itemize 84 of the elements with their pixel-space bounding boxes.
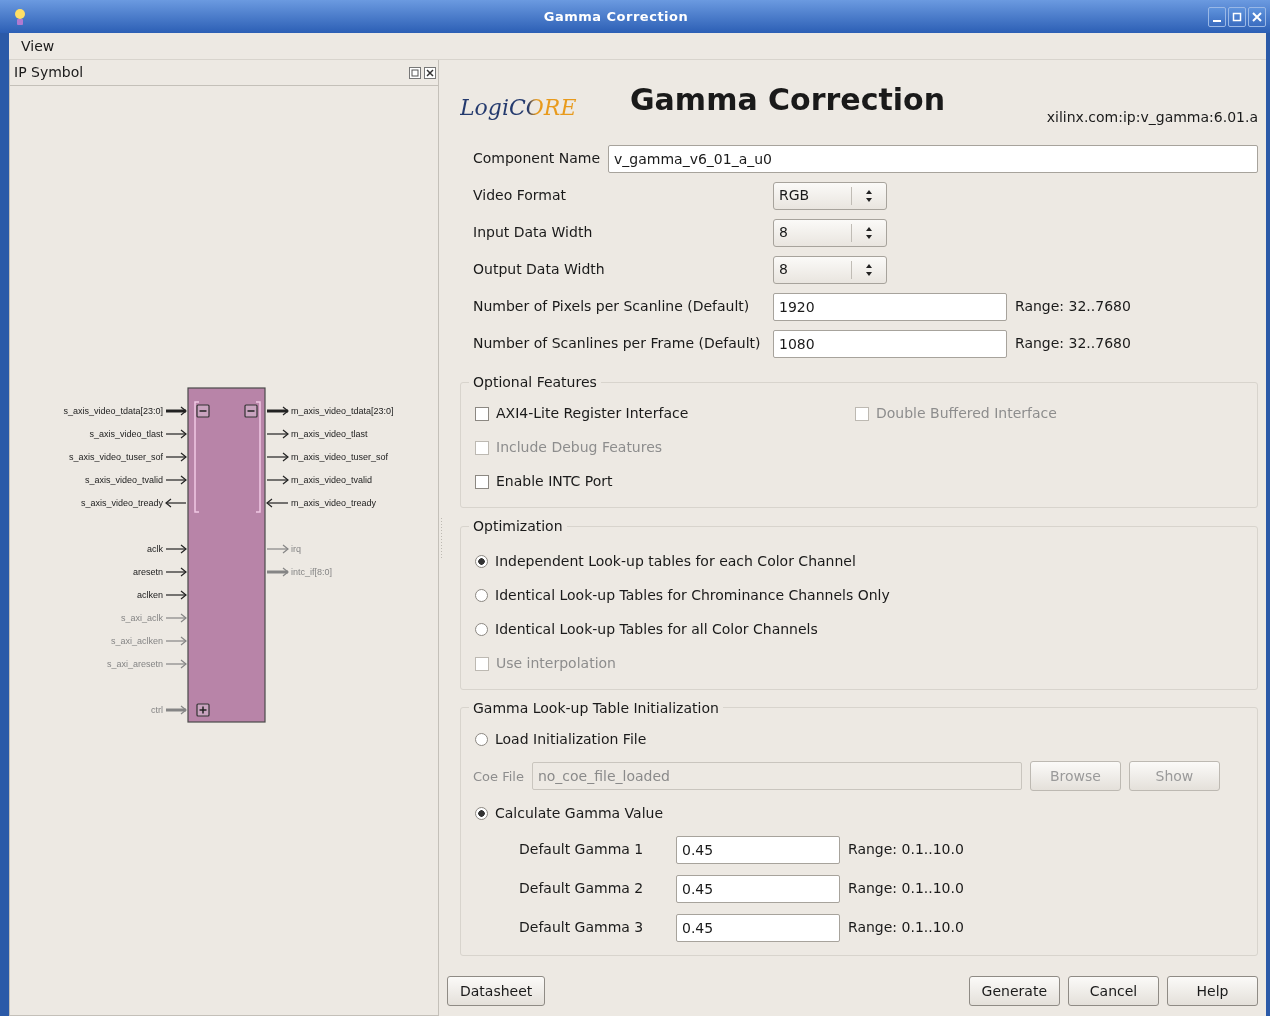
port-label: s_axi_aclk xyxy=(120,613,163,623)
close-icon[interactable] xyxy=(424,66,436,79)
field-label: Coe File xyxy=(473,767,524,786)
port-label: m_axis_video_tdata[23:0] xyxy=(291,406,394,416)
float-icon[interactable] xyxy=(409,66,421,79)
port-label: aresetn xyxy=(132,567,163,577)
page-title: Gamma Correction xyxy=(630,81,946,119)
field-label: Number of Pixels per Scanline (Default) xyxy=(473,297,751,316)
radio-button[interactable] xyxy=(475,806,488,820)
port-label: aclken xyxy=(137,590,163,600)
minimize-button[interactable] xyxy=(1208,6,1226,27)
splitter-handle[interactable] xyxy=(440,518,443,558)
collapse-icon[interactable] xyxy=(244,404,258,418)
text-field[interactable]: 1920 xyxy=(773,292,1007,321)
port-label: s_axis_video_tvalid xyxy=(84,475,163,485)
maximize-icon xyxy=(1232,11,1242,22)
radio-label: Identical Look-up Tables for Chrominance Channels Only xyxy=(495,586,890,606)
port-label: m_axis_video_tready xyxy=(291,498,377,508)
range-text: Range: 0.1..10.0 xyxy=(848,840,964,860)
port-label: s_axis_video_tdata[23:0] xyxy=(63,406,163,416)
port-label: aclk xyxy=(147,544,163,554)
radio-label: Load Initialization File xyxy=(495,729,647,749)
radio-button[interactable] xyxy=(475,589,488,603)
text-field[interactable]: 0.45 xyxy=(676,913,840,942)
group-title: Optional Features xyxy=(472,374,598,391)
menu-item[interactable]: View xyxy=(21,35,55,57)
collapse-icon[interactable] xyxy=(196,404,210,418)
radio-label: Identical Look-up Tables for all Color Channels xyxy=(495,620,818,640)
checkbox-label: Enable INTC Port xyxy=(496,472,613,492)
port-label: s_axi_aresetn xyxy=(106,659,163,669)
close-icon xyxy=(1252,11,1262,22)
port-label: m_axis_video_tlast xyxy=(291,429,368,439)
checkbox-label: Double Buffered Interface xyxy=(876,404,1057,424)
window-title: Gamma Correction xyxy=(542,7,690,26)
panel-title: IP Symbol xyxy=(14,63,85,82)
field-label: Default Gamma 2 xyxy=(519,879,645,899)
maximize-button[interactable] xyxy=(1228,6,1246,27)
lightbulb-icon xyxy=(14,6,26,27)
minimize-icon xyxy=(1213,19,1221,22)
checkbox[interactable] xyxy=(475,406,489,421)
range-text: Range: 32..7680 xyxy=(1015,334,1131,353)
cancel-button[interactable]: Cancel xyxy=(1068,976,1159,1006)
field-label: Input Data Width xyxy=(473,223,594,242)
port-label: s_axi_aclken xyxy=(110,636,163,646)
text-field[interactable]: 0.45 xyxy=(676,835,840,864)
dropdown[interactable]: 8 xyxy=(773,255,887,284)
datasheet-button[interactable]: Datasheet xyxy=(447,976,546,1006)
radio-button[interactable] xyxy=(475,555,488,569)
range-text: Range: 0.1..10.0 xyxy=(848,879,964,899)
port-label: irq xyxy=(291,544,301,554)
port-label: ctrl xyxy=(151,705,163,715)
port-label: intc_if[8:0] xyxy=(291,567,333,577)
text-field[interactable]: v_gamma_v6_01_a_u0 xyxy=(608,144,1258,173)
close-button[interactable] xyxy=(1248,6,1266,27)
radio-label: Calculate Gamma Value xyxy=(495,803,663,823)
radio-button[interactable] xyxy=(475,732,488,746)
field-label: Component Name xyxy=(473,149,601,168)
group-title: Gamma Look-up Table Initialization xyxy=(472,699,720,717)
radio-label: Independent Look-up tables for each Color Channel xyxy=(495,552,856,572)
range-text: Range: 32..7680 xyxy=(1015,297,1131,316)
text-field[interactable]: 0.45 xyxy=(676,874,840,903)
port-label: m_axis_video_tuser_sof xyxy=(291,452,389,462)
field-label: Number of Scanlines per Frame (Default) xyxy=(473,334,762,353)
dropdown[interactable]: 8 xyxy=(773,218,887,247)
checkbox-label: AXI4-Lite Register Interface xyxy=(496,404,689,424)
port-label: m_axis_video_tvalid xyxy=(291,475,373,485)
checkbox-label: Use interpolation xyxy=(496,654,616,674)
group-title: Optimization xyxy=(472,517,564,535)
version-text: xilinx.com:ip:v_gamma:6.01.a xyxy=(1046,108,1258,127)
dropdown[interactable]: RGB xyxy=(773,181,887,210)
field-label: Default Gamma 3 xyxy=(519,918,645,938)
port-label: s_axis_video_tready xyxy=(80,498,163,508)
range-text: Range: 0.1..10.0 xyxy=(848,918,964,938)
checkbox-label: Include Debug Features xyxy=(496,438,663,458)
field-label: Output Data Width xyxy=(473,260,606,279)
generate-button[interactable]: Generate xyxy=(968,976,1060,1006)
port-label: s_axis_video_tuser_sof xyxy=(68,452,163,462)
checkbox[interactable] xyxy=(475,474,489,489)
field-label: Default Gamma 1 xyxy=(519,840,645,860)
help-button[interactable]: Help xyxy=(1167,976,1258,1006)
radio-button[interactable] xyxy=(475,623,488,637)
text-field[interactable]: 1080 xyxy=(773,329,1007,358)
field-label: Video Format xyxy=(473,186,567,205)
port-label: s_axis_video_tlast xyxy=(89,429,163,439)
